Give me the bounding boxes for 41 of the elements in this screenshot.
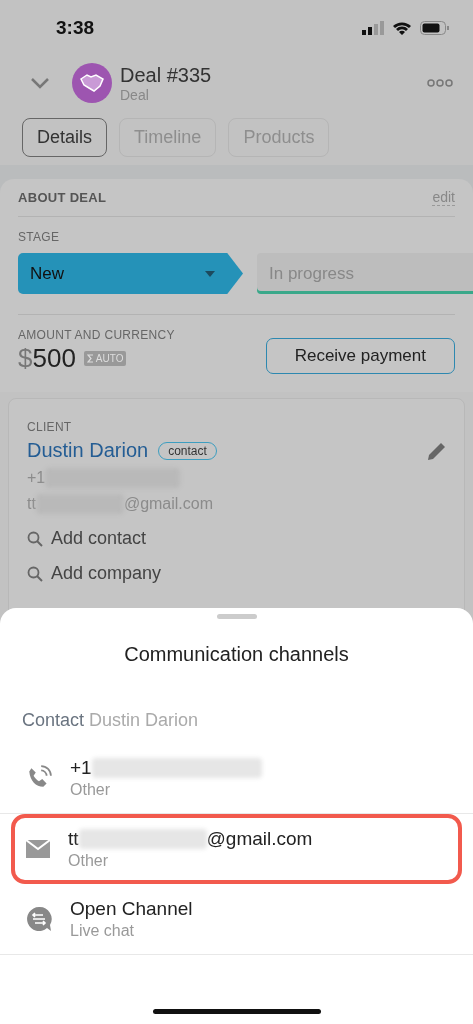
channel-value-end: @gmail.com bbox=[206, 828, 313, 850]
channel-type: Live chat bbox=[70, 922, 136, 940]
chevron-down-icon[interactable] bbox=[30, 77, 50, 89]
client-phone: +1 bbox=[27, 469, 46, 487]
field-label: CLIENT bbox=[27, 420, 72, 434]
add-link[interactable]: Add contact bbox=[51, 528, 147, 549]
client-name[interactable]: Dustin Darion bbox=[27, 439, 149, 462]
more-icon[interactable] bbox=[427, 79, 453, 87]
field-label: STAGE bbox=[18, 230, 60, 244]
channel-item[interactable]: +1 Other bbox=[0, 743, 473, 814]
client-email-start: tt bbox=[27, 495, 36, 513]
search-icon bbox=[27, 565, 43, 582]
client-email-end: @gmail.com bbox=[123, 495, 214, 513]
search-icon bbox=[27, 530, 43, 547]
tab[interactable]: Details bbox=[22, 118, 108, 157]
channel-type: Other bbox=[68, 852, 109, 870]
channel-value: +1 bbox=[70, 757, 92, 779]
deal-title: Deal #335 bbox=[120, 63, 213, 87]
channel-item[interactable]: tt @gmail.com Other bbox=[11, 814, 462, 884]
sheet-title: Communication channels bbox=[123, 643, 350, 666]
receive-payment-button[interactable]: Receive payment bbox=[265, 338, 455, 374]
channel-value: Open Channel bbox=[70, 898, 193, 920]
battery-icon bbox=[420, 21, 449, 35]
auto-badge: AUTO bbox=[83, 351, 127, 366]
chat-icon bbox=[26, 906, 52, 932]
field-label: AMOUNT AND CURRENCY bbox=[18, 328, 175, 342]
channel-value: tt bbox=[68, 828, 79, 850]
add-link[interactable]: Add company bbox=[51, 563, 162, 584]
signal-icon bbox=[362, 21, 384, 35]
wifi-icon bbox=[392, 21, 412, 35]
channel-type: Other bbox=[70, 781, 111, 799]
pencil-icon[interactable] bbox=[428, 441, 446, 460]
stage-dropdown[interactable]: New bbox=[18, 253, 243, 294]
section-title: ABOUT DEAL bbox=[18, 190, 107, 205]
envelope-icon bbox=[26, 840, 50, 858]
channel-item[interactable]: Open Channel Live chat bbox=[0, 884, 473, 955]
contact-line: Contact Dustin Darion bbox=[22, 710, 200, 731]
status-time: 3:38 bbox=[56, 17, 95, 39]
amount-value: $500 bbox=[18, 343, 76, 374]
deal-subtitle: Deal bbox=[120, 86, 150, 103]
caret-icon bbox=[205, 270, 215, 277]
